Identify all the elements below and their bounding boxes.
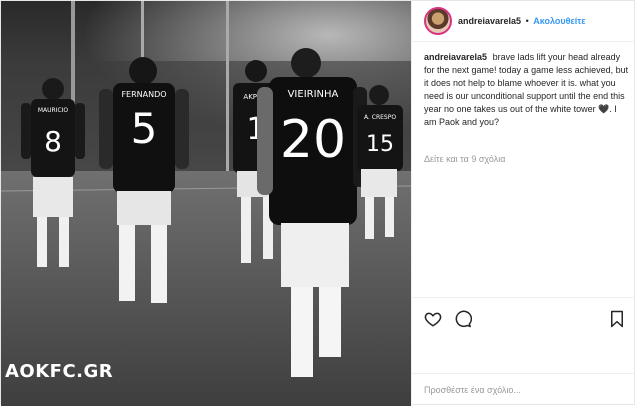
- post-photo[interactable]: MAURICIO 8 FERNANDO 5 AKPOM 1 VIEIRINHA …: [1, 1, 411, 406]
- jersey-name: MAURICIO: [38, 107, 69, 114]
- jersey-name: FERNANDO: [121, 90, 166, 99]
- stadium-scene: MAURICIO 8 FERNANDO 5 AKPOM 1 VIEIRINHA …: [1, 1, 411, 406]
- caption-username[interactable]: andreiavarela5: [424, 52, 487, 62]
- caption-text: brave lads lift your head already for th…: [424, 52, 629, 127]
- comment-input[interactable]: [424, 382, 624, 398]
- jersey-name: VIEIRINHA: [288, 89, 339, 100]
- post-sidebar: andreiavarela5 • Ακολουθείτε andreiavare…: [411, 1, 635, 406]
- comment-box: [412, 373, 635, 407]
- photo-watermark: AOKFC.GR: [5, 361, 114, 382]
- jersey-number: 15: [366, 132, 394, 157]
- post-header: andreiavarela5 • Ακολουθείτε: [412, 1, 635, 42]
- post-actions: [412, 297, 635, 338]
- jersey-number: 8: [44, 125, 62, 158]
- jersey-number: 5: [131, 104, 158, 153]
- jersey-name: A. CRESPO: [364, 114, 396, 121]
- separator-dot: •: [525, 16, 529, 26]
- avatar[interactable]: [424, 7, 452, 35]
- header-username[interactable]: andreiavarela5: [458, 16, 521, 26]
- bookmark-icon[interactable]: [608, 310, 626, 328]
- heart-icon[interactable]: [424, 310, 442, 328]
- header-text: andreiavarela5 • Ακολουθείτε: [458, 16, 586, 26]
- follow-button[interactable]: Ακολουθείτε: [533, 16, 585, 26]
- comment-icon[interactable]: [454, 310, 472, 328]
- post-caption: andreiavarela5 brave lads lift your head…: [424, 51, 629, 129]
- view-all-comments-link[interactable]: Δείτε και τα 9 σχόλια: [424, 154, 505, 164]
- instagram-post: MAURICIO 8 FERNANDO 5 AKPOM 1 VIEIRINHA …: [0, 0, 635, 406]
- jersey-number: 20: [280, 110, 346, 170]
